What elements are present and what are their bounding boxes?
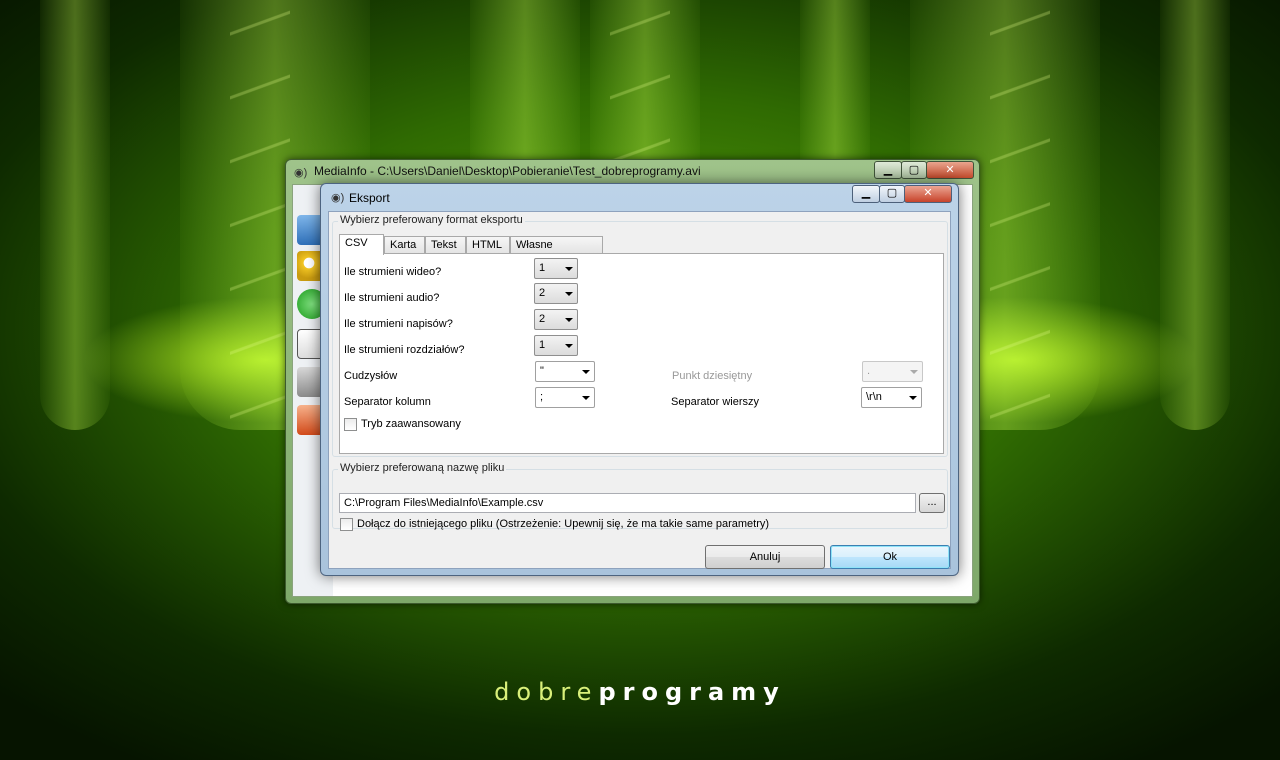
- subtitle-streams-select[interactable]: 2: [534, 309, 578, 330]
- decimal-point-select: .: [862, 361, 923, 382]
- wallpaper-wave: [230, 0, 290, 420]
- wallpaper-brand: dobreprogramy: [0, 678, 1280, 706]
- chevron-down-icon: [565, 292, 573, 296]
- chevron-down-icon: [582, 396, 590, 400]
- column-separator-select[interactable]: ;: [535, 387, 595, 408]
- mediainfo-app-icon: ◉): [294, 167, 308, 179]
- chevron-down-icon: [582, 370, 590, 374]
- dialog-minimize-button[interactable]: ▁: [852, 185, 880, 203]
- advanced-mode-label: Tryb zaawansowany: [361, 418, 461, 430]
- audio-streams-select[interactable]: 2: [534, 283, 578, 304]
- chevron-down-icon: [909, 396, 917, 400]
- dialog-maximize-button[interactable]: ▢: [879, 185, 905, 203]
- browse-button[interactable]: ...: [919, 493, 945, 513]
- subtitle-streams-value: 2: [539, 313, 546, 325]
- row-separator-select[interactable]: \r\n: [861, 387, 922, 408]
- dialog-close-button[interactable]: ✕: [904, 185, 952, 203]
- subtitle-streams-label: Ile strumieni napisów?: [344, 318, 453, 330]
- ok-button[interactable]: Ok: [830, 545, 950, 569]
- quote-label: Cudzysłów: [344, 370, 398, 382]
- wallpaper-pillar: [1160, 0, 1230, 430]
- chapter-streams-select[interactable]: 1: [534, 335, 578, 356]
- brand-light: dobre: [494, 678, 599, 706]
- chevron-down-icon: [565, 344, 573, 348]
- tab-custom-templates[interactable]: Własne szablony: [510, 236, 603, 268]
- video-streams-label: Ile strumieni wideo?: [344, 266, 442, 278]
- quote-value: ": [540, 365, 544, 377]
- main-maximize-button[interactable]: ▢: [901, 161, 927, 179]
- advanced-mode-checkbox[interactable]: [344, 418, 357, 431]
- row-separator-value: \r\n: [866, 391, 882, 403]
- chapter-streams-label: Ile strumieni rozdziałów?: [344, 344, 465, 356]
- wallpaper-wave: [990, 0, 1050, 420]
- tab-tekst[interactable]: Tekst: [425, 236, 466, 254]
- video-streams-value: 1: [539, 262, 546, 274]
- column-separator-value: ;: [540, 391, 544, 403]
- row-separator-label: Separator wierszy: [671, 396, 760, 408]
- audio-streams-value: 2: [539, 287, 546, 299]
- export-dialog-icon: ◉): [331, 192, 345, 204]
- main-minimize-button[interactable]: ▁: [874, 161, 902, 179]
- dialog-client: Wybierz preferowany format eksportu CSV …: [328, 211, 951, 569]
- main-close-button[interactable]: ✕: [926, 161, 974, 179]
- quote-select[interactable]: ": [535, 361, 595, 382]
- brand-bold: programy: [598, 678, 786, 706]
- cancel-button[interactable]: Anuluj: [705, 545, 825, 569]
- wallpaper-pillar: [40, 0, 110, 430]
- export-dialog: ◉) Eksport ▁ ▢ ✕ Wybierz preferowany for…: [320, 183, 959, 576]
- decimal-point-value: .: [867, 365, 871, 377]
- chevron-down-icon: [565, 267, 573, 271]
- tab-csv[interactable]: CSV: [339, 234, 384, 255]
- file-group-label: Wybierz preferowaną nazwę pliku: [338, 462, 507, 474]
- format-group-label: Wybierz preferowany format eksportu: [338, 214, 525, 226]
- decimal-point-label: Punkt dziesiętny: [672, 370, 753, 382]
- tab-karta[interactable]: Karta: [384, 236, 425, 254]
- audio-streams-label: Ile strumieni audio?: [344, 292, 440, 304]
- file-path-input[interactable]: C:\Program Files\MediaInfo\Example.csv: [339, 493, 916, 513]
- chevron-down-icon: [565, 318, 573, 322]
- csv-panel: Ile strumieni wideo? 1 Ile strumieni aud…: [339, 253, 944, 454]
- column-separator-label: Separator kolumn: [344, 396, 431, 408]
- main-window-title: MediaInfo - C:\Users\Daniel\Desktop\Pobi…: [314, 164, 701, 178]
- video-streams-select[interactable]: 1: [534, 258, 578, 279]
- chevron-down-icon: [910, 370, 918, 374]
- tab-html[interactable]: HTML: [466, 236, 510, 254]
- append-file-label: Dołącz do istniejącego pliku (Ostrzeżeni…: [357, 518, 770, 530]
- chapter-streams-value: 1: [539, 339, 546, 351]
- append-file-checkbox[interactable]: [340, 518, 353, 531]
- dialog-title: Eksport: [349, 191, 390, 205]
